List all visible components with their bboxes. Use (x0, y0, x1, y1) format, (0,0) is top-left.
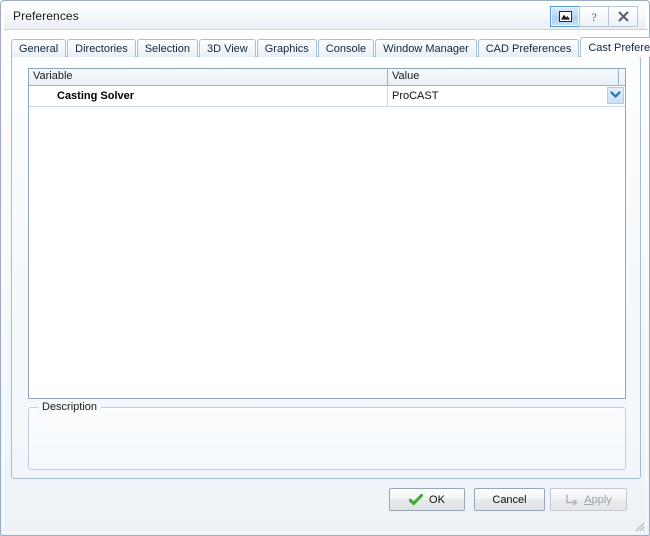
resize-grip[interactable] (633, 520, 645, 532)
cell-value[interactable]: ProCAST (388, 86, 625, 106)
title-bar[interactable]: Preferences ? (4, 4, 646, 30)
restore-icon (558, 11, 572, 22)
window-title: Preferences (13, 9, 79, 23)
title-bar-separator (4, 29, 648, 30)
description-label: Description (38, 401, 102, 413)
preferences-dialog: Preferences ? General Directories Select… (0, 0, 650, 536)
column-header-value[interactable]: Value (388, 69, 619, 85)
tab-label: CAD Preferences (485, 42, 572, 55)
tab-label: Graphics (264, 42, 309, 55)
apply-button-label: Apply (584, 493, 612, 506)
preferences-table[interactable]: Variable Value Casting Solver ProCAST (28, 68, 626, 399)
tab-graphics[interactable]: Graphics (256, 39, 317, 57)
tab-cad-preferences[interactable]: CAD Preferences (477, 39, 580, 57)
tab-3d-view[interactable]: 3D View (198, 39, 256, 57)
tab-label: 3D View (206, 42, 248, 55)
green-check-icon (409, 493, 424, 506)
close-x-icon (617, 10, 630, 23)
cell-variable-name: Casting Solver (29, 86, 388, 106)
cancel-button[interactable]: Cancel (474, 488, 545, 511)
close-button[interactable] (608, 6, 638, 27)
tab-panel-cast-preferences: Variable Value Casting Solver ProCAST De… (11, 56, 641, 479)
ok-button[interactable]: OK (389, 488, 465, 511)
apply-arrow-icon (565, 493, 578, 506)
cancel-button-label: Cancel (492, 493, 527, 506)
tab-strip: General Directories Selection 3D View Gr… (11, 37, 650, 57)
tab-general[interactable]: General (11, 39, 67, 57)
question-mark-icon: ? (588, 10, 600, 24)
tab-label: Console (325, 42, 367, 55)
casting-solver-dropdown-button[interactable] (607, 87, 624, 104)
tab-directories[interactable]: Directories (67, 39, 136, 57)
tab-label: General (19, 42, 59, 55)
ok-button-label: OK (429, 493, 445, 506)
table-row[interactable]: Casting Solver ProCAST (29, 86, 625, 107)
description-text (30, 416, 624, 468)
tab-label: Selection (144, 42, 190, 55)
help-button[interactable]: ? (579, 6, 609, 27)
restore-button[interactable] (550, 6, 580, 27)
tab-window-manager[interactable]: Window Manager (375, 39, 477, 57)
tab-label: Cast Preferences (588, 41, 650, 54)
apply-button[interactable]: Apply (550, 488, 627, 511)
dialog-button-bar: OK Cancel Apply (1, 485, 650, 515)
tab-cast-preferences[interactable]: Cast Preferences (580, 37, 650, 57)
tab-selection[interactable]: Selection (136, 39, 198, 57)
tab-label: Directories (75, 42, 128, 55)
tab-console[interactable]: Console (317, 39, 375, 57)
title-bar-buttons: ? (550, 6, 638, 27)
svg-text:?: ? (591, 10, 596, 24)
description-group-box: Description (28, 401, 626, 470)
chevron-down-icon (610, 90, 621, 102)
tab-label: Window Manager (383, 42, 469, 55)
column-header-variable[interactable]: Variable (29, 69, 388, 85)
table-header-row: Variable Value (29, 69, 625, 86)
cell-value-text: ProCAST (392, 90, 439, 102)
